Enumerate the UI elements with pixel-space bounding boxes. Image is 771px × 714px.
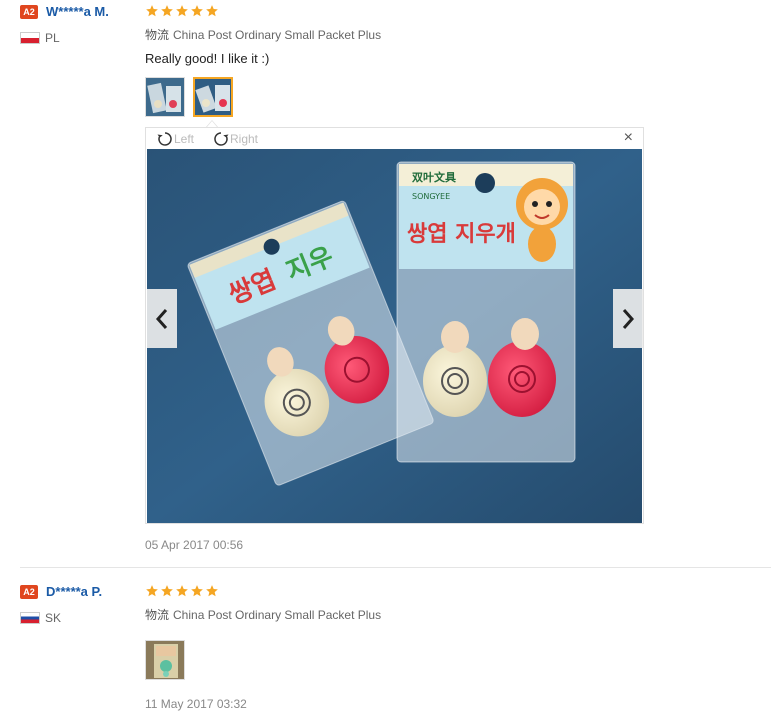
rotate-right-button[interactable]: Right xyxy=(212,130,258,148)
photo-viewer: Left Right × 쌍엽 지우 双叶文具 SONGYEE 쌍엽 지우개 xyxy=(145,127,644,524)
shipping-method: 物流 China Post Ordinary Small Packet Plus xyxy=(145,26,381,43)
star-icon xyxy=(206,585,218,597)
package-right-brand-en: SONGYEE xyxy=(412,192,450,201)
reviewer-country: PL xyxy=(45,31,60,45)
reviewer-name[interactable]: W*****a M. xyxy=(46,4,109,19)
prev-photo-button[interactable] xyxy=(147,289,177,348)
star-icon xyxy=(191,5,203,17)
star-icon xyxy=(161,5,173,17)
package-right-korean: 쌍엽 지우개 xyxy=(407,222,516,247)
star-icon xyxy=(206,5,218,17)
chevron-left-icon xyxy=(155,308,168,329)
star-icon xyxy=(146,585,158,597)
star-icon xyxy=(191,585,203,597)
rotate-left-button[interactable]: Left xyxy=(156,130,194,148)
star-icon xyxy=(146,5,158,17)
review-date: 05 Apr 2017 00:56 xyxy=(145,538,244,552)
star-rating xyxy=(145,584,219,598)
review-comment: Really good! I like it :) xyxy=(145,51,270,66)
shipping-method: 物流 China Post Ordinary Small Packet Plus xyxy=(145,606,381,623)
next-photo-button[interactable] xyxy=(613,289,643,348)
rotate-left-label: Left xyxy=(174,132,195,146)
poland-flag-icon xyxy=(20,32,40,44)
thumb-pointer xyxy=(206,120,218,127)
star-rating xyxy=(145,4,219,18)
review-photo-thumb-1[interactable] xyxy=(145,640,185,680)
rotate-right-label: Right xyxy=(230,132,259,146)
review-photo-thumb-1[interactable] xyxy=(145,77,185,117)
review-photo-large: 쌍엽 지우 双叶文具 SONGYEE 쌍엽 지우개 xyxy=(147,149,642,523)
review-date: 11 May 2017 03:32 xyxy=(145,697,247,711)
chevron-right-icon xyxy=(622,308,635,329)
reviewer-country: SK xyxy=(45,611,62,625)
star-icon xyxy=(176,585,188,597)
buyer-level-badge: A2 xyxy=(20,585,38,599)
reviewer-name[interactable]: D*****a P. xyxy=(46,584,102,599)
review-divider xyxy=(20,567,771,568)
close-icon[interactable]: × xyxy=(624,129,633,147)
shipping-label: 物流 xyxy=(145,608,170,622)
slovakia-flag-icon xyxy=(20,612,40,624)
shipping-label: 物流 xyxy=(145,28,170,42)
package-right-brand: 双叶文具 xyxy=(412,170,456,184)
review-photo-thumb-2[interactable] xyxy=(193,77,233,117)
viewer-toolbar: Left Right × xyxy=(146,128,643,148)
buyer-level-badge: A2 xyxy=(20,5,38,19)
shipping-name: China Post Ordinary Small Packet Plus xyxy=(173,608,382,622)
star-icon xyxy=(176,5,188,17)
rotate-left-icon xyxy=(157,132,172,146)
rotate-right-icon xyxy=(214,132,229,146)
star-icon xyxy=(161,585,173,597)
shipping-name: China Post Ordinary Small Packet Plus xyxy=(173,28,382,42)
